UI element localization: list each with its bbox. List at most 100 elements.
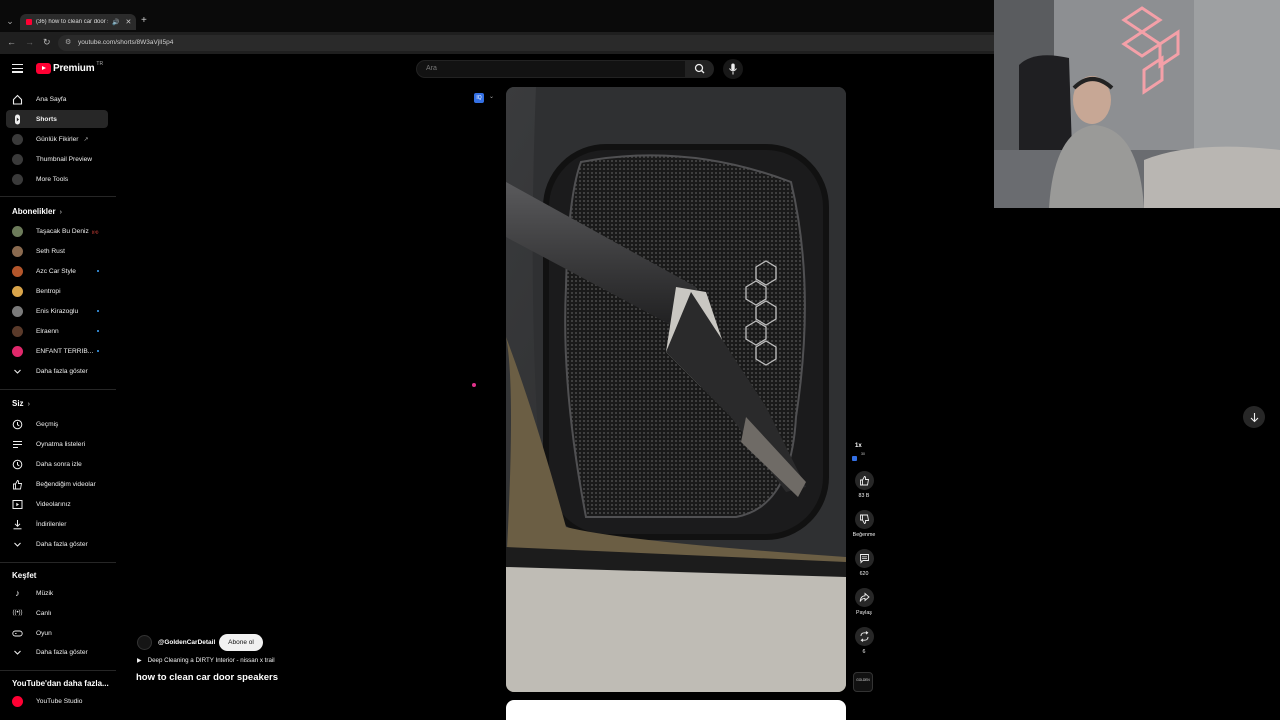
live-icon: ((•)) [12, 610, 23, 616]
show-more-label: Daha fazla göster [36, 367, 88, 375]
microphone-icon [729, 63, 737, 75]
subscription-item[interactable]: ENFANT TERRIB... [6, 342, 108, 360]
new-tab-button[interactable]: + [141, 15, 147, 26]
sidebar-item-gaming[interactable]: Oyun [6, 624, 108, 642]
playlist-icon [12, 439, 23, 450]
you-title: Siz [12, 399, 24, 408]
sidebar-item-downloads[interactable]: İndirilenler [6, 515, 108, 533]
subscription-item[interactable]: Enis Kirazoglu [6, 302, 108, 320]
share-label: Paylaş [856, 610, 872, 616]
back-icon[interactable]: ← [7, 37, 16, 47]
new-content-dot [97, 310, 99, 312]
search-button[interactable] [686, 60, 714, 78]
chevron-down-icon[interactable]: ⌄ [489, 93, 494, 100]
subscription-label: Elraenn [36, 327, 59, 335]
sidebar-item-history[interactable]: Geçmiş [6, 415, 108, 433]
show-more-subscriptions[interactable]: Daha fazla göster [6, 362, 108, 380]
sidebar-item-label: Günlük Fikirler [36, 135, 79, 143]
forward-icon[interactable]: → [25, 37, 34, 47]
sidebar-item-label: Oynatma listeleri [36, 440, 86, 448]
subscription-label: Seth Rust [36, 247, 65, 255]
browser-tab[interactable]: (36) how to clean car door s 🔊 ✕ [20, 14, 136, 30]
comment-icon [859, 554, 869, 564]
webcam-image [994, 0, 1280, 208]
dislike-button[interactable] [854, 510, 874, 529]
sidebar-item-playlists[interactable]: Oynatma listeleri [6, 435, 108, 453]
remix-action[interactable]: 6 [852, 627, 876, 655]
sidebar-item-liked-videos[interactable]: Beğendiğim videolar [6, 475, 108, 493]
sidebar-item-thumbnail-preview[interactable]: Thumbnail Preview [6, 150, 108, 168]
next-short-button[interactable] [1243, 406, 1265, 428]
close-tab-icon[interactable]: ✕ [125, 18, 131, 26]
dislike-action[interactable]: Beğenme [852, 510, 876, 538]
channel-avatar-small[interactable]: GOLDEN [853, 672, 873, 692]
sidebar-item-more-tools[interactable]: More Tools [6, 170, 108, 188]
sidebar-item-label: More Tools [36, 175, 69, 183]
subscription-item[interactable]: Azc Car Style [6, 262, 108, 280]
playback-speed[interactable]: 1x [855, 443, 862, 449]
youtube-logo[interactable]: Premium TR [36, 61, 103, 74]
show-more-explore[interactable]: Daha fazla göster [6, 643, 108, 661]
remix-button[interactable] [854, 627, 874, 646]
you-heading[interactable]: Siz › [12, 399, 30, 408]
comments-action[interactable]: 620 [852, 549, 876, 577]
subscription-label: Bentropi [36, 287, 61, 295]
subscription-item[interactable]: Bentropi [6, 282, 108, 300]
webcam-overlay [994, 0, 1280, 208]
reload-icon[interactable]: ↻ [43, 37, 51, 48]
linked-video[interactable]: ▶ Deep Cleaning a DIRTY Interior - nissa… [137, 657, 275, 664]
thumbs-down-icon [859, 514, 869, 524]
subscriptions-heading[interactable]: Abonelikler › [12, 207, 62, 216]
voice-search-button[interactable] [723, 59, 743, 79]
subscribe-button[interactable]: Abone ol [219, 634, 263, 651]
comments-button[interactable] [854, 549, 874, 568]
share-button[interactable] [854, 588, 874, 607]
channel-icon [12, 133, 23, 145]
thumbs-up-icon [859, 476, 869, 486]
sidebar-item-gunluk-fikirler[interactable]: Günlük Fikirler ↗ [6, 130, 108, 148]
sidebar-item-home[interactable]: Ana Sayfa [6, 90, 108, 108]
sidebar-item-music[interactable]: ♪ Müzik [6, 584, 108, 602]
sidebar-item-your-videos[interactable]: Videolarınız [6, 495, 108, 513]
site-info-icon[interactable]: ⚙ [65, 35, 71, 51]
share-action[interactable]: Paylaş [852, 588, 876, 616]
subscription-item[interactable]: Elraenn [6, 322, 108, 340]
address-bar[interactable]: ⚙ youtube.com/shorts/8W3aVjlI5p4 [58, 35, 994, 51]
channel-avatar[interactable] [137, 635, 152, 650]
next-short-preview[interactable] [506, 700, 846, 720]
sidebar-item-label: Beğendiğim videolar [36, 480, 96, 488]
video-frame [506, 87, 846, 692]
short-title: how to clean car door speakers [136, 672, 279, 683]
sidebar-item-watch-later[interactable]: Daha sonra izle [6, 455, 108, 473]
chevron-right-icon: › [59, 209, 62, 216]
channel-icon [12, 173, 23, 185]
new-content-dot [97, 330, 99, 332]
subscription-item[interactable]: Seth Rust [6, 242, 108, 260]
search-input[interactable]: Ara [416, 60, 686, 78]
youtube-play-icon [36, 63, 51, 74]
avatar [12, 265, 23, 277]
like-button[interactable] [854, 471, 874, 490]
speaker-icon[interactable]: 🔊 [112, 19, 119, 26]
sidebar-item-live[interactable]: ((•)) Canlı [6, 604, 108, 622]
channel-name[interactable]: @GoldenCarDetail [158, 639, 215, 646]
dislike-label: Beğenme [852, 532, 876, 538]
sidebar-item-youtube-studio[interactable]: YouTube Studio [6, 692, 108, 710]
sidebar-item-shorts[interactable]: Shorts [6, 110, 108, 128]
arrow-down-icon [1250, 412, 1258, 422]
channel-icon [12, 153, 23, 165]
subscription-item[interactable]: Taşacak Bu Deniz ((•)) [6, 222, 108, 240]
tab-search-icon[interactable]: ⌄ [4, 15, 16, 27]
sidebar-divider [0, 562, 116, 563]
show-more-label: Daha fazla göster [36, 648, 88, 656]
show-more-you[interactable]: Daha fazla göster [6, 535, 108, 553]
sidebar-item-label: Geçmiş [36, 420, 59, 428]
like-action[interactable]: 83 B [852, 471, 876, 499]
menu-icon[interactable] [12, 64, 23, 73]
subscription-label: ENFANT TERRIB... [36, 347, 94, 355]
shorts-video-player[interactable] [506, 87, 846, 692]
sidebar-item-label: Thumbnail Preview [36, 155, 93, 163]
home-icon [12, 94, 23, 105]
external-link-icon: ↗ [83, 136, 89, 143]
extension-icon[interactable]: IQ [474, 93, 484, 103]
